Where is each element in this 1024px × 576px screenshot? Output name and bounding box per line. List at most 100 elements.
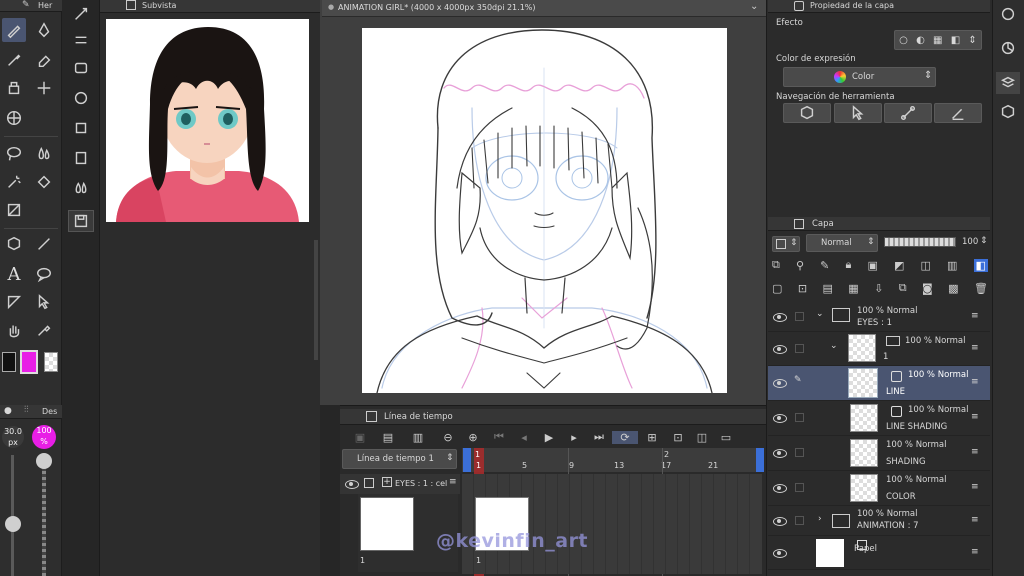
layer-menu-icon[interactable]: ≡ [971, 377, 979, 387]
track-menu-icon[interactable]: ≡ [449, 477, 457, 487]
expand-chevron-icon[interactable]: ⌄ [816, 309, 824, 319]
clip-icon[interactable]: ⧉ [772, 258, 780, 272]
tab-close-icon[interactable]: ● [328, 3, 334, 11]
expression-color-select[interactable]: Color ⇕ [783, 67, 936, 87]
effect-menu-chevron-icon[interactable]: ⇕ [968, 35, 976, 46]
layer-menu-icon[interactable]: ≡ [971, 547, 979, 557]
drawing-canvas[interactable] [362, 28, 727, 393]
layer-checkbox[interactable] [795, 413, 804, 422]
nav-pen-button[interactable] [934, 103, 982, 123]
reference-icon[interactable]: ⚲ [796, 259, 804, 272]
layer-menu-icon[interactable]: ≡ [971, 343, 979, 353]
new-animation-folder-icon[interactable]: ▦ [848, 282, 858, 295]
ruler-icon[interactable]: ◫ [920, 259, 930, 272]
sparkle-move-icon[interactable] [32, 76, 56, 100]
track-row[interactable]: + EYES : 1 : cel ≡ [340, 474, 460, 494]
navigator-dock-icon[interactable] [998, 4, 1018, 24]
blend-mode-select[interactable]: Normal ⇕ [806, 234, 878, 252]
zoom-in-icon[interactable]: ⊕ [460, 431, 486, 444]
new-folder-icon[interactable]: ▤ [822, 282, 832, 295]
effect-buttons[interactable]: ○ ◐ ▦ ◧ ⇕ [894, 30, 982, 50]
visibility-eye-icon[interactable] [773, 378, 787, 388]
play-icon[interactable]: ▶ [536, 431, 562, 444]
visibility-eye-icon[interactable] [773, 548, 787, 558]
layer-row-line-shading[interactable]: 100 % Normal LINE SHADING ≡ [768, 401, 990, 436]
palette-color-icon[interactable]: ▥ [947, 259, 957, 272]
draft-icon[interactable]: ✎ [820, 259, 829, 272]
start-marker[interactable] [463, 448, 471, 472]
mask-layer-icon[interactable]: ◙ [922, 282, 933, 295]
add-cel-icon[interactable]: ⊡ [666, 431, 690, 444]
expand-chevron-icon[interactable]: ⌄ [830, 341, 838, 351]
eyedropper-icon[interactable] [32, 318, 56, 342]
new-raster-layer-icon[interactable]: ▢ [772, 282, 782, 295]
visibility-eye-icon[interactable] [773, 312, 787, 322]
nav-object-button[interactable] [783, 103, 831, 123]
layer-color-icon[interactable]: ◧ [973, 258, 988, 272]
layer-row-line[interactable]: ✎ 100 % Normal LINE ≡ [768, 366, 990, 401]
transfer-down-icon[interactable]: ⇩ [874, 282, 883, 295]
ink-pen-icon[interactable] [2, 48, 26, 72]
zoom-out-icon[interactable]: ⊖ [436, 431, 460, 444]
layer-menu-icon[interactable]: ≡ [971, 482, 979, 492]
mask-icon[interactable]: ◩ [894, 259, 904, 272]
lasso-icon[interactable] [2, 142, 26, 166]
text-tool-icon[interactable]: A [2, 262, 26, 286]
slider-settings-icon[interactable]: ⫶⫶ [24, 405, 29, 415]
sub-tool-icon-7[interactable] [70, 178, 92, 198]
3d-object-icon[interactable] [2, 232, 26, 256]
layer-menu-icon[interactable]: ≡ [971, 412, 979, 422]
layer-checkbox[interactable] [795, 516, 804, 525]
prev-frame-icon[interactable]: ◂ [512, 431, 536, 444]
save-sub-tool-icon[interactable] [68, 210, 94, 232]
new-vector-layer-icon[interactable]: ⊡ [798, 282, 807, 295]
sub-tool-icon-5[interactable] [70, 118, 92, 138]
pen-tool-icon[interactable] [2, 18, 26, 42]
sub-tool-icon-4[interactable] [70, 88, 92, 108]
frame-border-icon[interactable] [2, 290, 26, 314]
magic-wand-icon[interactable] [2, 170, 26, 194]
border-effect-icon[interactable]: ○ [899, 35, 908, 46]
frame-ruler[interactable] [462, 448, 764, 472]
hand-icon[interactable] [2, 318, 26, 342]
clear-cel-icon[interactable]: ▭ [714, 431, 738, 444]
collapse-chevron-icon[interactable]: › [818, 514, 822, 524]
layer-checkbox[interactable] [795, 448, 804, 457]
visibility-eye-icon[interactable] [773, 516, 787, 526]
last-frame-icon[interactable]: ⏭︎ [586, 430, 612, 444]
track-visibility-eye-icon[interactable] [345, 479, 359, 489]
layer-menu-icon[interactable]: ≡ [971, 447, 979, 457]
loop-icon[interactable]: ⟳ [612, 430, 638, 444]
visibility-eye-icon[interactable] [773, 344, 787, 354]
layer-menu-icon[interactable]: ≡ [971, 515, 979, 525]
layer-row-shading[interactable]: 100 % Normal SHADING ≡ [768, 436, 990, 471]
new-timeline-icon[interactable]: ▣ [344, 431, 376, 444]
timeline-splitter[interactable] [320, 405, 340, 576]
new-cel-icon[interactable]: ⊞ [638, 431, 666, 444]
timeline-scrollbar[interactable] [754, 474, 762, 574]
lock-alpha-icon[interactable]: ▣ [867, 259, 877, 272]
layer-checkbox[interactable] [795, 312, 804, 321]
layer-checkbox[interactable] [795, 483, 804, 492]
visibility-eye-icon[interactable] [773, 448, 787, 458]
line-tool-icon[interactable] [32, 232, 56, 256]
grid-ruler-icon[interactable] [2, 106, 26, 130]
gradient-icon[interactable] [2, 198, 26, 222]
subview-splitter[interactable] [314, 240, 318, 360]
first-frame-icon[interactable]: ⏮︎ [486, 430, 512, 444]
fill-bucket-icon[interactable] [2, 76, 26, 100]
sub-tool-icon-1[interactable] [70, 4, 92, 24]
opacity-slider-handle[interactable] [36, 453, 52, 469]
layer-dock-icon[interactable] [996, 72, 1020, 94]
brush-size-slider-handle[interactable] [5, 516, 21, 532]
layer-color-effect-icon[interactable]: ◧ [951, 35, 960, 46]
specify-cels-icon[interactable]: ▥ [400, 431, 436, 444]
layer-row-animation-folder[interactable]: › 100 % Normal ANIMATION : 7 ≡ [768, 506, 990, 536]
end-marker[interactable] [756, 448, 764, 472]
layer-row-eyes-folder[interactable]: ⌄ 100 % Normal EYES : 1 ≡ [768, 302, 990, 332]
sub-color-swatch[interactable] [20, 350, 38, 374]
sub-tool-icon-6[interactable] [70, 148, 92, 168]
layer-checkbox[interactable] [795, 344, 804, 353]
paint-bucket-icon[interactable] [32, 170, 56, 194]
layer-menu-icon[interactable]: ≡ [971, 311, 979, 321]
